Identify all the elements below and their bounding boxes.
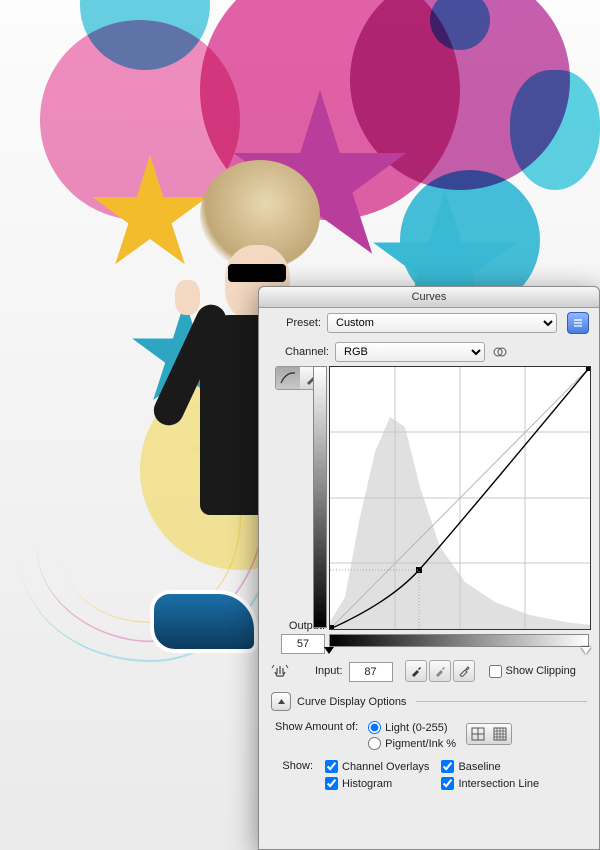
show-clipping-check[interactable]: Show Clipping [489,665,576,678]
pigment-radio-input[interactable] [368,737,381,750]
white-eyedropper[interactable] [453,660,475,682]
menu-icon [573,318,583,328]
curves-dialog: Curves Preset: Custom Channel: RGB [258,286,600,850]
auto-icon [492,344,508,360]
channel-overlays-label: Channel Overlays [342,761,429,773]
amount-radios: Light (0-255) Pigment/Ink % [368,721,456,750]
on-image-adjust-icon [271,662,289,680]
dialog-title: Curves [412,291,447,303]
triangle-up-icon [277,697,286,706]
point-curve-button[interactable] [276,367,300,389]
histogram-checkbox[interactable] [325,777,338,790]
intersection-label: Intersection Line [458,778,539,790]
output-gradient [313,366,327,628]
eyedropper-icon [434,665,446,677]
histogram-check[interactable]: Histogram [325,777,429,790]
baseline-check[interactable]: Baseline [441,760,539,773]
dialog-titlebar[interactable]: Curves [259,287,599,308]
light-radio-input[interactable] [368,721,381,734]
amount-row: Show Amount of: Light (0-255) Pigment/In… [267,715,591,756]
eyedropper-icon [458,665,470,677]
channel-overlays-check[interactable]: Channel Overlays [325,760,429,773]
input-gradient[interactable] [329,634,589,647]
histogram-label: Histogram [342,778,392,790]
eyedropper-group [405,660,475,682]
curves-svg [330,367,590,629]
gray-eyedropper[interactable] [429,660,451,682]
input-label: Input: [315,665,343,677]
disclosure-row: Curve Display Options [271,692,587,711]
auto-button[interactable] [491,342,509,362]
intersection-checkbox[interactable] [441,777,454,790]
show-clipping-label: Show Clipping [506,665,576,677]
channel-row: Channel: RGB [259,338,599,366]
separator [416,701,587,702]
preset-row: Preset: Custom [259,308,599,338]
light-radio-label: Light (0-255) [385,722,447,734]
channel-overlays-checkbox[interactable] [325,760,338,773]
white-point-slider[interactable] [581,647,591,654]
preset-menu-button[interactable] [567,312,589,334]
grid-size-toggle [466,723,512,745]
light-radio[interactable]: Light (0-255) [368,721,456,734]
eyedropper-icon [410,665,422,677]
disclosure-label: Curve Display Options [297,696,406,708]
preset-label: Preset: [269,317,321,329]
grid-coarse-button[interactable] [467,724,489,744]
black-point-slider[interactable] [324,647,334,654]
show-label: Show: [275,760,313,772]
show-clipping-checkbox[interactable] [489,665,502,678]
hand-tool[interactable] [271,661,289,681]
pigment-radio-label: Pigment/Ink % [385,738,456,750]
intersection-check[interactable]: Intersection Line [441,777,539,790]
disclosure-button[interactable] [271,692,291,711]
input-field[interactable]: 87 [349,662,393,682]
black-eyedropper[interactable] [405,660,427,682]
amount-label: Show Amount of: [275,721,358,733]
curves-graph[interactable] [329,366,591,630]
preset-select[interactable]: Custom [327,313,557,333]
grid-fine-button[interactable] [489,724,511,744]
channel-select[interactable]: RGB [335,342,485,362]
output-field[interactable]: 57 [281,634,325,654]
baseline-checkbox[interactable] [441,760,454,773]
curve-icon [280,371,296,385]
pigment-radio[interactable]: Pigment/Ink % [368,737,456,750]
grid-10-icon [493,727,507,741]
grid-4-icon [471,727,485,741]
channel-label: Channel: [269,346,329,358]
baseline-label: Baseline [458,761,500,773]
input-row: Input: 87 Show Clipping [267,654,591,682]
show-row: Show: Channel Overlays Histogram Baselin… [267,756,591,794]
